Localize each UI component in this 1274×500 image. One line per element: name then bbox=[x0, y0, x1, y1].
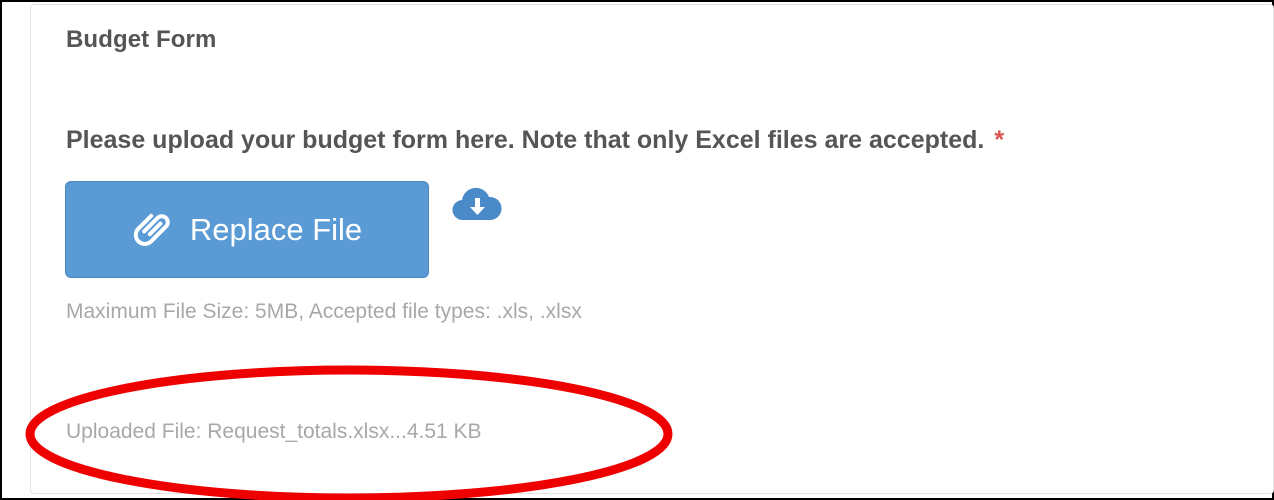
uploaded-file-info: Uploaded File: Request_totals.xlsx...4.5… bbox=[66, 420, 482, 443]
file-constraints-help: Maximum File Size: 5MB, Accepted file ty… bbox=[66, 300, 582, 323]
question-text: Please upload your budget form here. Not… bbox=[66, 126, 985, 154]
required-marker: * bbox=[994, 126, 1005, 154]
paperclip-icon bbox=[133, 213, 170, 246]
replace-file-label: Replace File bbox=[189, 211, 363, 247]
question-label: Please upload your budget form here. Not… bbox=[66, 126, 1004, 155]
replace-file-button[interactable]: Replace File bbox=[65, 181, 429, 278]
cloud-download-icon[interactable] bbox=[451, 186, 503, 226]
section-title: Budget Form bbox=[66, 26, 217, 53]
